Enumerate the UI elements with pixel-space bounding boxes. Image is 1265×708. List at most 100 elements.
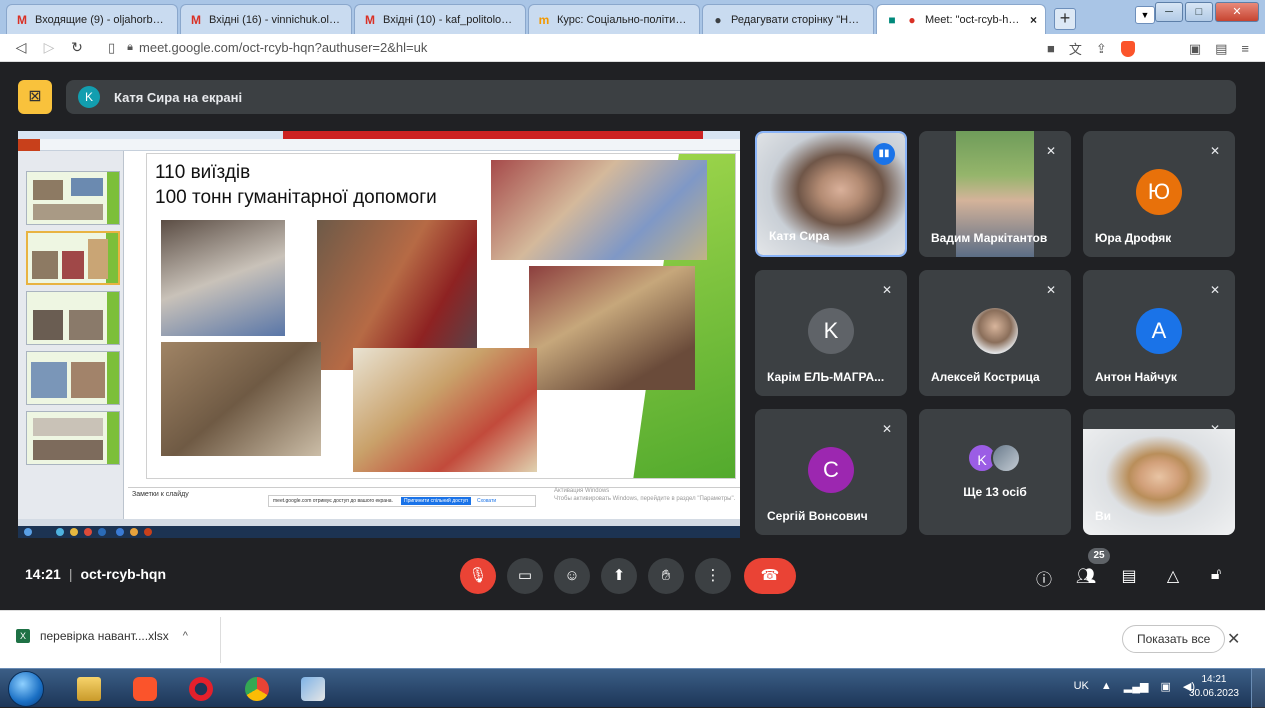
chrome-taskbar-icon[interactable] xyxy=(230,672,284,705)
back-icon[interactable]: ◁ xyxy=(10,39,32,56)
download-item[interactable]: X перевірка навант....xlsx ^ xyxy=(16,629,188,643)
taskbar-clock[interactable]: 14:21 30.06.2023 xyxy=(1189,673,1239,701)
paint-taskbar-icon[interactable] xyxy=(286,672,340,705)
participant-avatar: K xyxy=(808,308,854,354)
slide-title-line1: 110 виїздів xyxy=(155,162,251,183)
chat-icon[interactable]: ▤ xyxy=(1118,566,1140,586)
more-options-button[interactable]: ⋮ xyxy=(695,558,731,594)
activities-icon[interactable]: △ xyxy=(1162,566,1184,586)
url-field[interactable]: meet.google.com/oct-rcyb-hqn?authuser=2&… xyxy=(139,40,427,55)
present-screen-button[interactable]: ⬆ xyxy=(601,558,637,594)
divider xyxy=(220,617,221,663)
opera-taskbar-icon[interactable] xyxy=(174,672,228,705)
participant-tile[interactable]: ▮▮ Катя Сира xyxy=(755,131,907,257)
signal-icon[interactable]: ▂▄▆ xyxy=(1124,680,1149,693)
browser-tab[interactable]: M Вхідні (16) - vinnichuk.olha@ xyxy=(180,4,352,34)
participant-count-badge: 25 xyxy=(1088,548,1110,564)
presenter-avatar: K xyxy=(78,86,100,108)
bookmark-icon[interactable]: ▯ xyxy=(108,40,115,56)
participant-tile[interactable]: ✕ Алексей Кострица xyxy=(919,270,1071,396)
download-file-name: перевірка навант....xlsx xyxy=(40,629,169,643)
start-button[interactable] xyxy=(8,671,44,707)
raise-hand-button[interactable]: ✋︎ xyxy=(648,558,684,594)
self-tile[interactable]: ✕ Ви xyxy=(1083,409,1235,535)
activation-title: Активация Windows xyxy=(554,488,610,494)
host-controls-icon[interactable]: 🔓︎ xyxy=(1205,566,1227,584)
address-bar-actions: ■ 文 ⇪ ▣ ▤ ≡ xyxy=(1047,39,1249,58)
meeting-details-icon[interactable]: ⓘ xyxy=(1033,566,1055,590)
chevron-up-icon[interactable]: ^ xyxy=(183,630,188,642)
sidebar-icon[interactable]: ▣ xyxy=(1189,41,1201,57)
share-notice-text: meet.google.com отримує доступ до вашого… xyxy=(273,498,393,504)
explorer-taskbar-icon[interactable] xyxy=(62,672,116,705)
slide-thumbnails xyxy=(18,151,124,519)
participant-avatar: C xyxy=(808,447,854,493)
system-tray: UK ▲ ▂▄▆ ▣ ◀) xyxy=(1074,680,1195,693)
ppt-status-bar xyxy=(18,519,740,526)
translate-icon[interactable]: 文 xyxy=(1069,39,1082,58)
activation-text: Чтобы активировать Windows, перейдите в … xyxy=(554,496,736,502)
participant-name: Сергій Вонсович xyxy=(767,509,868,523)
forward-icon[interactable]: ▷ xyxy=(38,39,60,56)
close-window-button[interactable]: ✕ xyxy=(1215,2,1259,22)
participant-tile[interactable]: ✕ Вадим Маркітантов xyxy=(919,131,1071,257)
tray-expand-icon[interactable]: ▲ xyxy=(1101,680,1112,693)
participant-tile[interactable]: C ✕ Сергій Вонсович xyxy=(755,409,907,535)
brave-taskbar-icon[interactable] xyxy=(118,672,172,705)
browser-tab[interactable]: M Вхідні (10) - kaf_politology@ xyxy=(354,4,526,34)
participant-name: Алексей Кострица xyxy=(931,370,1040,384)
camera-in-use-icon[interactable]: ■ xyxy=(1047,41,1055,56)
tab-search-chevron-icon[interactable]: ▼ xyxy=(1135,6,1155,24)
tab-title: Вхідні (10) - kaf_politology@ xyxy=(383,13,517,26)
participant-avatar xyxy=(991,443,1021,473)
browser-tab[interactable]: ● Редагувати сторінку "НАШІ xyxy=(702,4,874,34)
taskbar-time: 14:21 xyxy=(1201,674,1227,685)
more-participants-tile[interactable]: K Ще 13 осіб xyxy=(919,409,1071,535)
participant-name: Юра Дрофяк xyxy=(1095,231,1172,245)
ppt-alert-strip xyxy=(283,131,703,139)
windows-taskbar: UK ▲ ▂▄▆ ▣ ◀) 14:21 30.06.2023 xyxy=(0,668,1265,708)
new-tab-button[interactable]: + xyxy=(1054,8,1076,30)
emoji-reaction-button[interactable]: ☺ xyxy=(554,558,590,594)
show-all-button[interactable]: Показать все xyxy=(1122,625,1226,653)
shared-screen[interactable]: 110 виїздів 100 тонн гуманітарної допомо… xyxy=(18,131,740,538)
participant-tile[interactable]: K ✕ Карім ЕЛЬ-МАГРА... xyxy=(755,270,907,396)
reload-icon[interactable]: ↻ xyxy=(66,39,88,56)
browser-tab-active[interactable]: ■ ● Meet: "oct-rcyb-hqn" × xyxy=(876,4,1046,34)
hide-notice-button: Сховати xyxy=(477,498,497,504)
stop-presentation-icon[interactable]: ⊠ xyxy=(18,80,52,114)
tab-title: Вхідні (16) - vinnichuk.olha@ xyxy=(209,13,343,26)
remote-taskbar xyxy=(18,526,740,538)
microphone-off-button[interactable]: 🎙︎ xyxy=(460,558,496,594)
meeting-info-separator: | xyxy=(68,566,73,582)
close-downloads-icon[interactable]: ✕ xyxy=(1227,629,1240,649)
show-desktop-button[interactable] xyxy=(1251,669,1265,708)
language-indicator[interactable]: UK xyxy=(1074,680,1089,693)
leave-call-button[interactable]: ☎︎ xyxy=(744,558,796,594)
slide-photo xyxy=(529,266,695,390)
tab-title: Входящие (9) - oljahorbnjak xyxy=(35,13,169,26)
people-icon[interactable]: 👥︎ xyxy=(1075,566,1097,586)
slide-canvas[interactable]: 110 виїздів 100 тонн гуманітарної допомо… xyxy=(146,153,736,479)
minimize-button[interactable]: ─ xyxy=(1155,2,1183,22)
brave-shield-icon[interactable] xyxy=(1120,40,1135,57)
meeting-code: oct-rcyb-hqn xyxy=(80,566,167,582)
participant-tile[interactable]: Ю ✕ Юра Дрофяк xyxy=(1083,131,1235,257)
participant-tile[interactable]: A ✕ Антон Найчук xyxy=(1083,270,1235,396)
browser-tab[interactable]: m Курс: Соціально-політичні с xyxy=(528,4,700,34)
browser-tab[interactable]: M Входящие (9) - oljahorbnjak xyxy=(6,4,178,34)
gmail-icon: M xyxy=(17,12,27,27)
address-bar: ◁ ▷ ↻ ▯ 🔒︎ meet.google.com/oct-rcyb-hqn?… xyxy=(0,34,1265,62)
recording-dot-icon: ● xyxy=(908,12,916,27)
share-icon[interactable]: ⇪ xyxy=(1096,41,1107,57)
browser-tab-strip: M Входящие (9) - oljahorbnjak M Вхідні (… xyxy=(0,0,1265,34)
meeting-time: 14:21 xyxy=(25,566,61,582)
camera-button[interactable]: ▭ xyxy=(507,558,543,594)
network-icon[interactable]: ▣ xyxy=(1160,680,1170,693)
wallet-icon[interactable]: ▤ xyxy=(1215,41,1227,57)
close-tab-icon[interactable]: × xyxy=(1030,13,1037,27)
menu-icon[interactable]: ≡ xyxy=(1241,41,1249,56)
windows-activation-watermark: Активация Windows Чтобы активировать Win… xyxy=(554,487,735,503)
maximize-button[interactable]: □ xyxy=(1185,2,1213,22)
site-icon: ● xyxy=(714,12,722,27)
